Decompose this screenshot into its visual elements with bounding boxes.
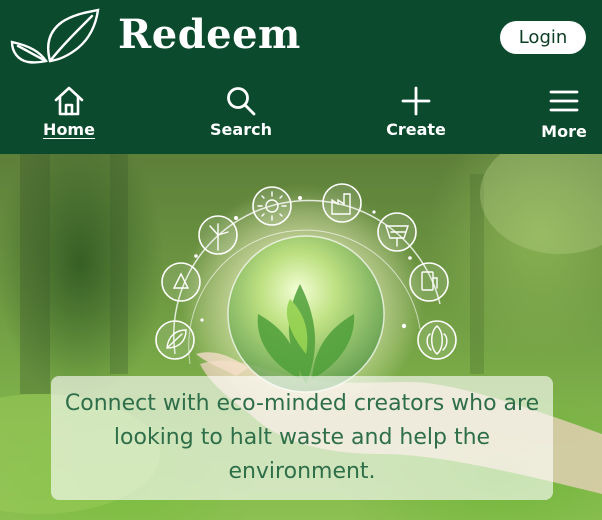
leaves-logo-icon	[10, 8, 100, 64]
brand[interactable]: Redeem	[6, 4, 301, 66]
app-header: Redeem Login Home Search Create More	[0, 0, 602, 154]
nav-item-search[interactable]: Search	[205, 84, 277, 139]
recycle-icon	[161, 262, 201, 302]
tagline-card: Connect with eco-minded creators who are…	[51, 376, 553, 500]
hero-banner: Connect with eco-minded creators who are…	[0, 154, 602, 520]
nav-label-more: More	[541, 122, 587, 141]
search-icon	[227, 87, 256, 116]
nav-item-more[interactable]: More	[536, 84, 592, 141]
plus-icon	[401, 86, 431, 116]
brand-name: Redeem	[118, 11, 301, 58]
nav-item-create[interactable]: Create	[380, 84, 452, 139]
nav-label-home: Home	[43, 120, 95, 139]
nav-label-search: Search	[210, 120, 272, 139]
nav-item-home[interactable]: Home	[40, 84, 98, 139]
login-button[interactable]: Login	[500, 21, 586, 54]
fuel-pump-icon	[409, 262, 449, 302]
menu-icon	[549, 90, 579, 112]
main-nav: Home Search Create More	[0, 84, 602, 150]
hero-tagline: Connect with eco-minded creators who are…	[64, 391, 540, 484]
nav-label-create: Create	[386, 120, 446, 139]
home-icon	[54, 86, 84, 116]
